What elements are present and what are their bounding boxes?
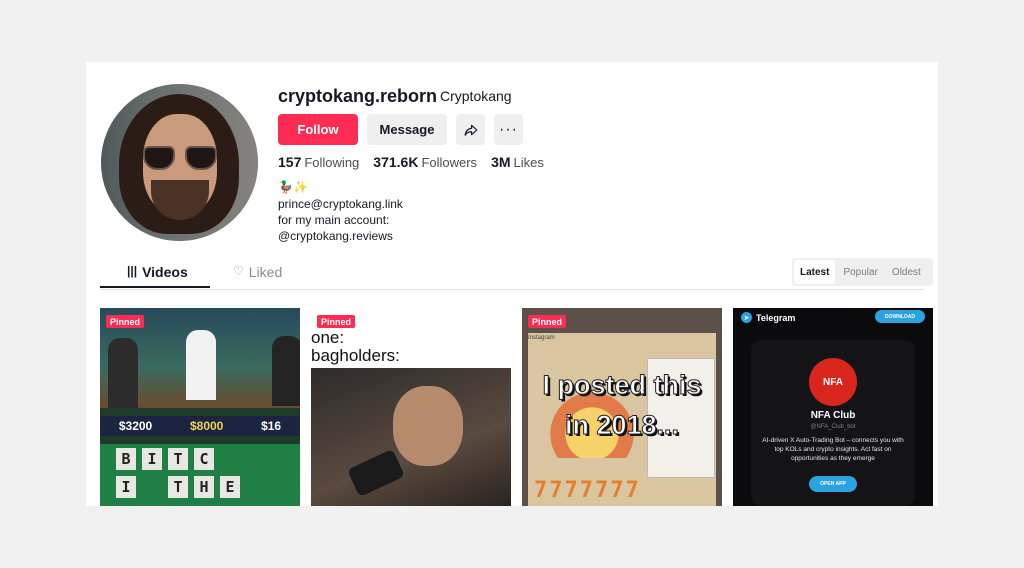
- bot-handle: @NFA_Club_bot: [810, 424, 856, 430]
- puzzle-tile: T: [168, 448, 188, 470]
- thumbnail-person: [272, 336, 300, 406]
- bio: prince@cryptokang.link for my main accou…: [278, 196, 403, 244]
- puzzle-tile: I: [116, 476, 136, 498]
- tab-liked[interactable]: ♡ Liked: [233, 264, 282, 290]
- likes-count: 3M: [491, 154, 511, 170]
- pinned-badge: Pinned: [317, 315, 356, 328]
- more-options-button[interactable]: ···: [494, 114, 523, 145]
- puzzle-tile: H: [194, 476, 214, 498]
- telegram-icon: ➤: [741, 312, 752, 323]
- prize-right: $16: [261, 419, 282, 433]
- video-card[interactable]: Pinned Instagram I posted this in 2018..…: [522, 308, 722, 506]
- pinned-badge: Pinned: [106, 315, 145, 328]
- bio-account-link: @cryptokang.reviews: [278, 229, 393, 243]
- thumbnail-person: [393, 386, 463, 466]
- caption-line: I posted this: [542, 370, 702, 401]
- video-grid: Pinned $3200 $8000 $16 B I T C I T H E P…: [100, 308, 934, 506]
- followers-count: 371.6K: [373, 154, 419, 170]
- sort-popular[interactable]: Popular: [837, 260, 883, 284]
- following-label: Following: [304, 155, 360, 170]
- tab-liked-label: Liked: [248, 264, 283, 280]
- bot-name: NFA Club: [810, 410, 856, 421]
- profile-panel: cryptokang.reborn Cryptokang Follow Mess…: [86, 62, 938, 506]
- nickname: Cryptokang: [440, 88, 512, 104]
- active-tab-indicator: [100, 286, 210, 288]
- videos-grid-icon: |||: [127, 264, 138, 278]
- share-button[interactable]: [456, 114, 485, 145]
- puzzle-board: B I T C I T H E: [100, 444, 300, 506]
- download-button: DOWNLOAD: [875, 310, 925, 323]
- thumbnail-person: [186, 330, 216, 400]
- telegram-header: ➤ Telegram: [741, 312, 795, 323]
- puzzle-tile: C: [194, 448, 214, 470]
- bio-email: prince@cryptokang.link: [278, 197, 403, 211]
- followers-label: Followers: [421, 155, 478, 170]
- bot-description: AI-driven X Auto-Trading Bot – connects …: [762, 437, 904, 462]
- caption-line: in 2018...: [564, 410, 680, 441]
- sort-oldest[interactable]: Oldest: [886, 260, 927, 284]
- avatar-sunglasses-right: [185, 146, 217, 170]
- telegram-label: Telegram: [756, 312, 796, 323]
- puzzle-tile: I: [142, 448, 162, 470]
- avatar-sunglasses-left: [143, 146, 175, 170]
- sevens-text: 7777777: [534, 478, 641, 503]
- video-card[interactable]: Pinned $3200 $8000 $16 B I T C I T H E: [100, 308, 300, 506]
- prize-left: $3200: [118, 419, 153, 433]
- video-card[interactable]: ➤ Telegram DOWNLOAD NFA NFA Club @NFA_Cl…: [733, 308, 933, 506]
- puzzle-tile: E: [220, 476, 240, 498]
- sort-latest[interactable]: Latest: [794, 260, 836, 284]
- thumbnail-person: [108, 338, 138, 408]
- prize-center: $8000: [189, 419, 224, 433]
- avatar[interactable]: [101, 84, 258, 241]
- username: cryptokang.reborn: [278, 86, 438, 106]
- nfa-logo-icon: NFA: [809, 358, 857, 406]
- likes-label: Likes: [513, 155, 544, 170]
- puzzle-tile: T: [168, 476, 188, 498]
- tab-videos-label: Videos: [142, 264, 188, 280]
- instagram-label: Instagram: [528, 335, 555, 341]
- pinned-badge: Pinned: [528, 315, 567, 328]
- puzzle-tile: B: [116, 448, 136, 470]
- stat-likes: 3M Likes: [491, 154, 544, 170]
- liked-heart-icon: ♡: [233, 264, 244, 278]
- stat-following[interactable]: 157 Following: [278, 154, 359, 170]
- bio-line: for my main account:: [278, 213, 390, 227]
- caption-line: one:: [311, 328, 345, 347]
- open-app-button: OPEN APP: [809, 476, 857, 492]
- following-count: 157: [278, 154, 302, 170]
- video-card[interactable]: Pinned one: bagholders:: [311, 308, 511, 506]
- message-button[interactable]: Message: [367, 114, 447, 145]
- caption-line: bagholders:: [311, 346, 400, 365]
- share-icon: [464, 124, 477, 136]
- bio-emoji: 🦆✨: [278, 180, 308, 194]
- prize-bar: $3200 $8000 $16: [100, 416, 300, 436]
- sort-toggle: Latest Popular Oldest: [792, 258, 933, 286]
- follow-button[interactable]: Follow: [278, 114, 358, 145]
- profile-stats: 157 Following 371.6K Followers 3M Likes: [278, 154, 544, 170]
- stat-followers[interactable]: 371.6K Followers: [373, 154, 477, 170]
